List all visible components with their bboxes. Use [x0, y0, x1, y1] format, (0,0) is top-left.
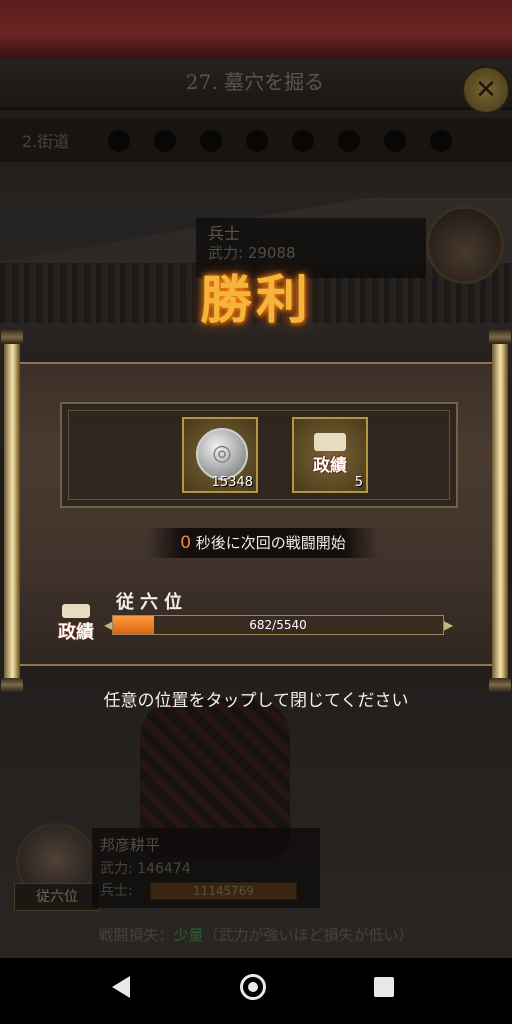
tap-to-close-hint: 任意の位置をタップして閉じてください — [103, 691, 409, 711]
home-circle-icon[interactable] — [240, 974, 266, 1000]
scroll-cap-right-top — [489, 330, 511, 344]
reward-count: 5 — [354, 475, 363, 490]
home-dot — [248, 982, 258, 992]
top-frame — [0, 0, 512, 60]
scroll-cap-left-top — [1, 330, 23, 344]
reward-box: ◎ 15348 政績 5 — [60, 402, 458, 508]
next-battle-countdown: 0 秒後に次回の戦闘開始 — [148, 528, 378, 558]
android-nav-bar — [0, 958, 512, 1024]
reward-item-silver[interactable]: ◎ 15348 — [182, 417, 258, 493]
merit-icon-label: 政績 — [58, 622, 94, 643]
merit-progress-text: 682/5540 — [249, 618, 307, 632]
bar-right-arrow-icon: ▶ — [444, 618, 454, 632]
result-panel: ◎ 15348 政績 5 0 秒後に次回の戦闘開始 従六位 政績 ◀ 682/5… — [20, 362, 492, 666]
scroll-graphic — [62, 604, 90, 618]
coin-emblem: ◎ — [212, 441, 232, 466]
countdown-text: 秒後に次回の戦闘開始 — [195, 534, 346, 552]
recent-apps-icon[interactable] — [374, 977, 394, 997]
silver-coin-icon: ◎ — [196, 428, 248, 480]
scroll-roll-right — [492, 336, 508, 686]
reward-item-merit[interactable]: 政績 5 — [292, 417, 368, 493]
back-triangle-icon[interactable] — [112, 976, 130, 998]
scroll-graphic — [314, 433, 346, 451]
merit-progress-bar: 682/5540 — [112, 615, 444, 635]
victory-title: 勝利 — [199, 270, 312, 331]
reward-count: 15348 — [211, 475, 253, 490]
merit-label: 政績 — [313, 456, 347, 476]
scroll-roll-left — [4, 336, 20, 686]
countdown-number: 0 — [180, 533, 192, 553]
merit-scroll-icon: 政績 — [306, 433, 354, 477]
merit-icon: 政績 — [50, 604, 102, 648]
rank-title: 従六位 — [116, 592, 188, 613]
